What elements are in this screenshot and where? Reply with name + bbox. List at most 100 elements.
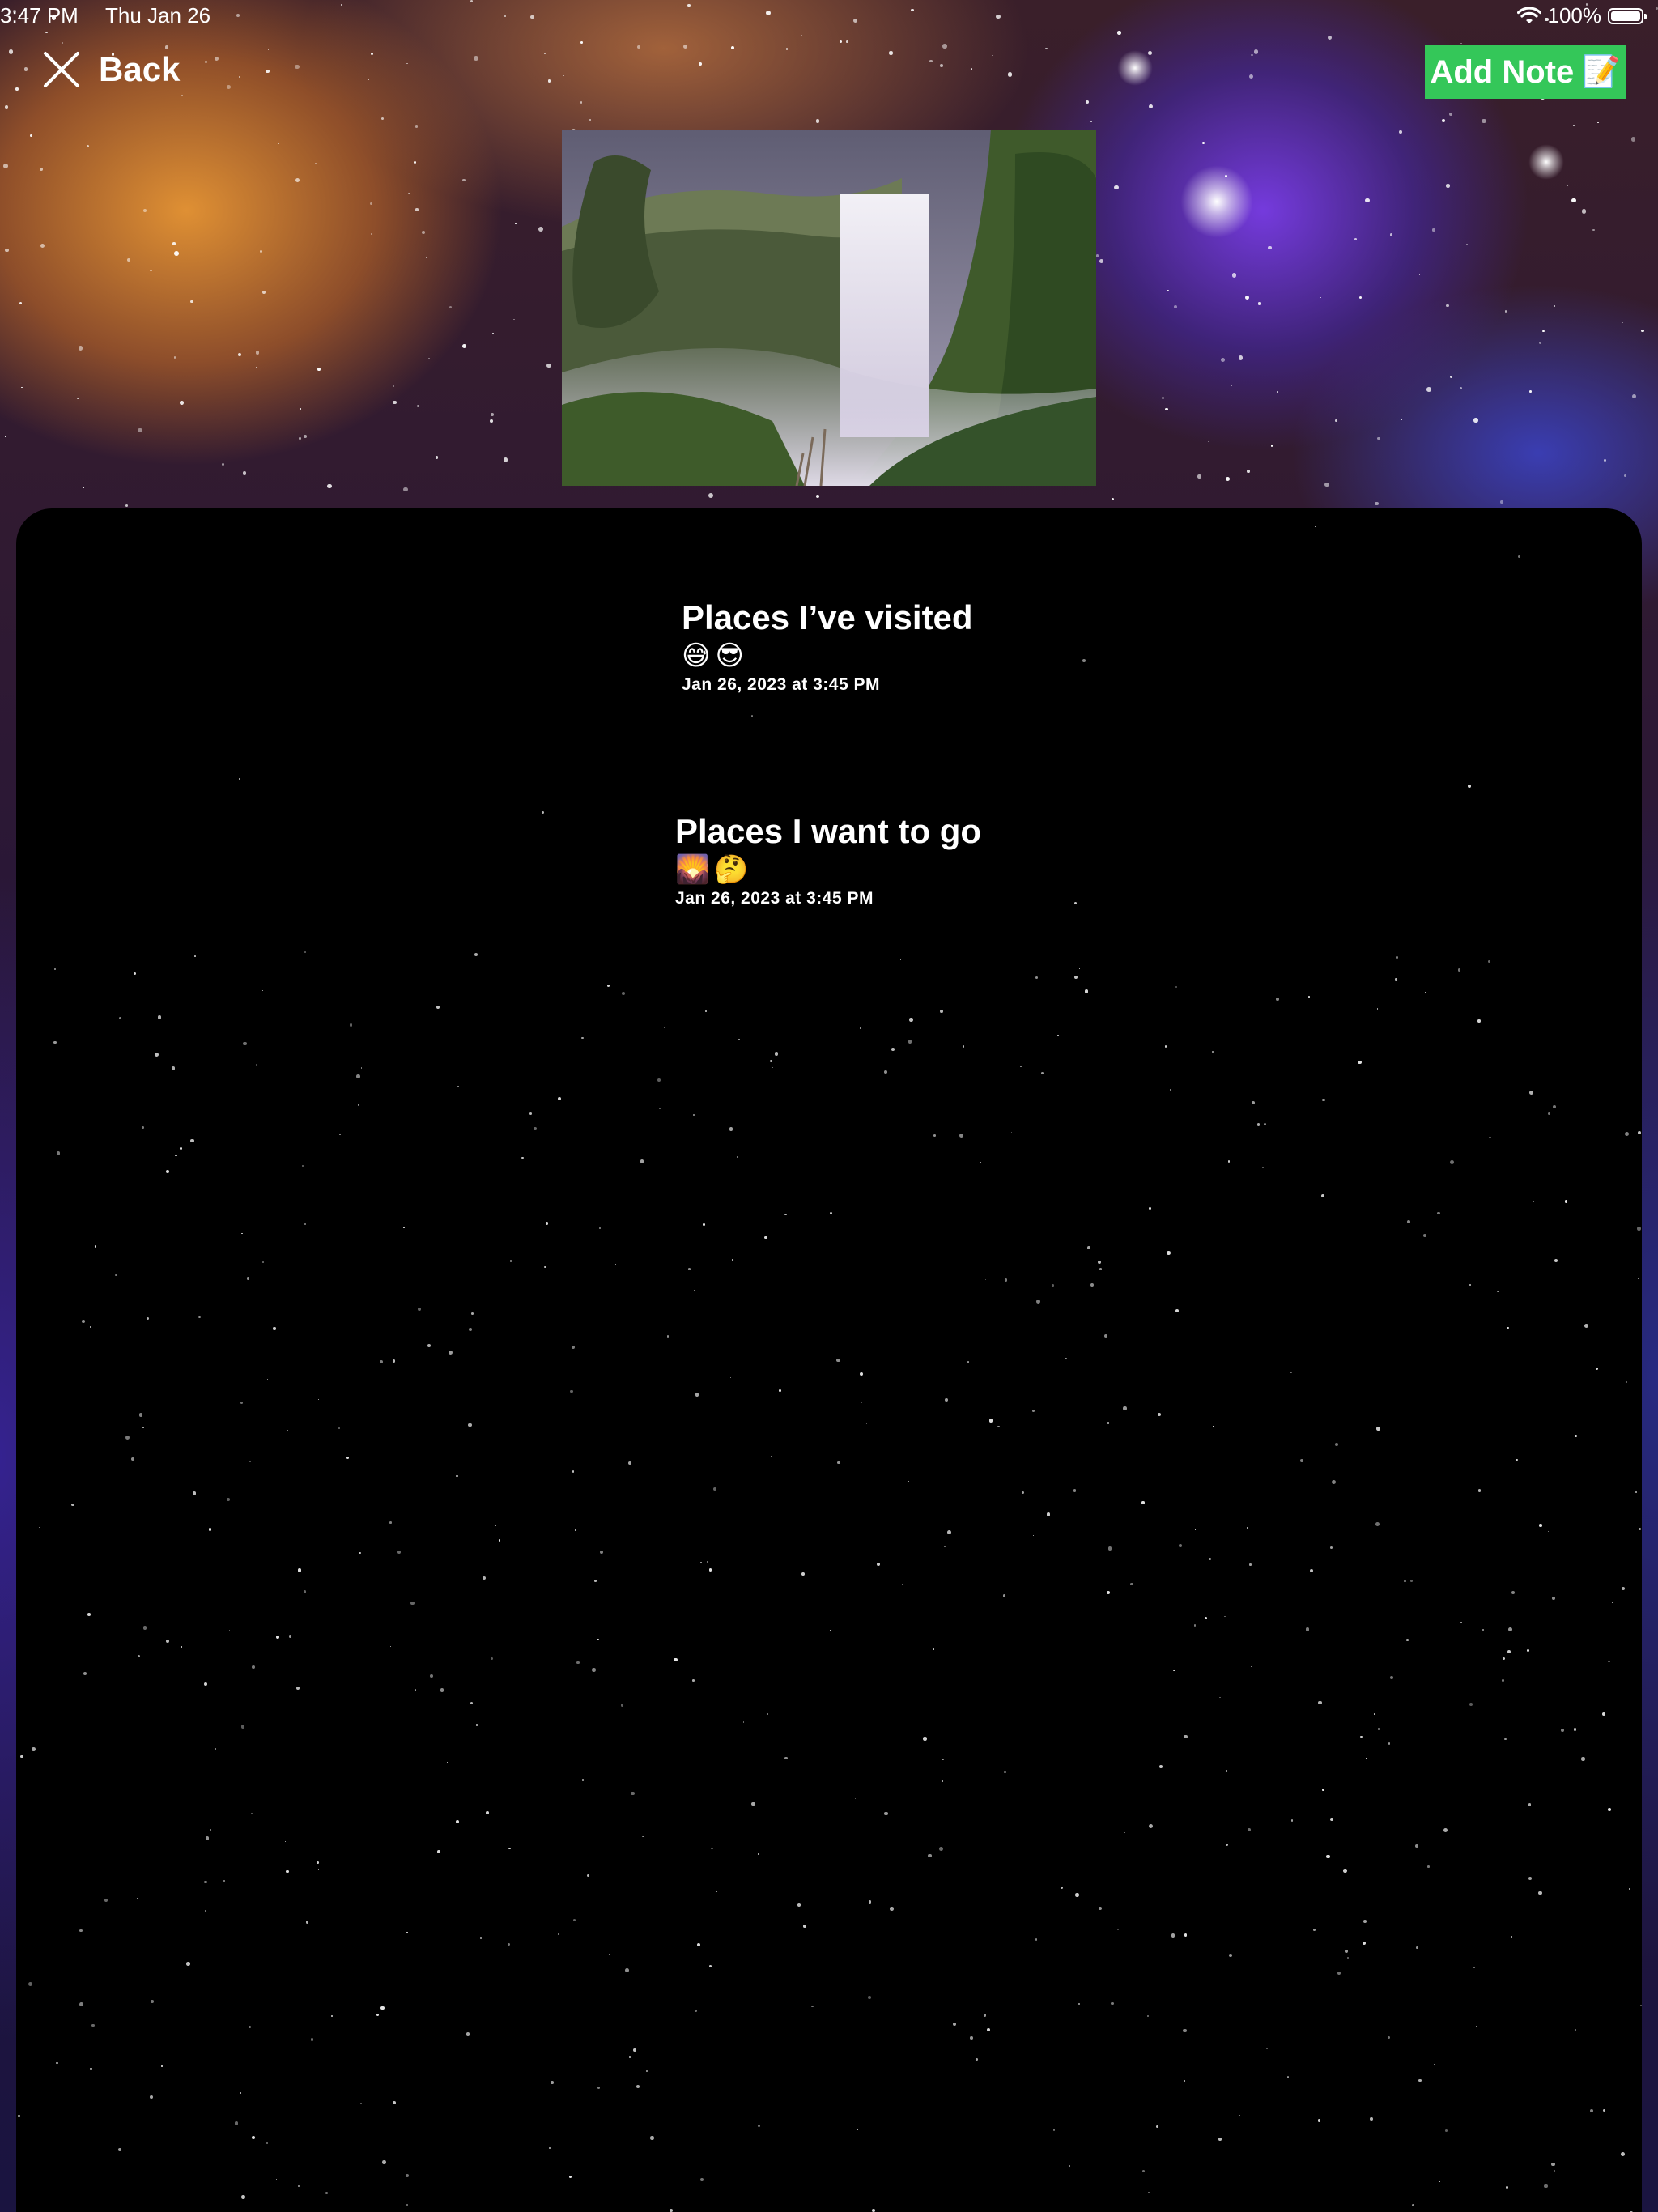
star [474, 953, 478, 956]
star [933, 1648, 934, 1650]
star [165, 45, 168, 49]
star [210, 1829, 211, 1831]
star [1582, 209, 1586, 213]
star [5, 249, 8, 252]
star [115, 1274, 117, 1277]
star [866, 1423, 867, 1424]
star [940, 64, 943, 67]
star [1252, 1101, 1256, 1105]
star [1254, 49, 1259, 54]
star [1395, 978, 1397, 980]
battery-icon [1608, 8, 1643, 24]
star [1507, 1327, 1508, 1329]
star [693, 1114, 695, 1116]
star [1328, 36, 1333, 40]
star [1078, 2003, 1080, 2005]
star [1377, 437, 1380, 440]
star [764, 1236, 767, 1239]
star [393, 2101, 396, 2104]
star [971, 68, 972, 70]
star [15, 87, 18, 90]
star [609, 1954, 610, 1955]
star [1291, 1819, 1294, 1822]
star [1257, 1123, 1261, 1126]
star [406, 2174, 409, 2177]
note-item-places-visited[interactable]: Places I’ve visited 😅 😎 Jan 26, 2023 at … [682, 598, 973, 696]
star [415, 125, 418, 128]
star [775, 1052, 778, 1055]
star [1345, 1950, 1348, 1953]
star [358, 1104, 359, 1105]
star [1388, 1742, 1391, 1745]
star [1626, 1381, 1627, 1383]
star [361, 1067, 363, 1069]
star [1533, 1870, 1534, 1871]
star [1075, 1893, 1079, 1897]
back-button[interactable]: Back [42, 50, 180, 89]
add-note-button[interactable]: Add Note 📝 [1425, 45, 1626, 99]
star [1415, 1844, 1418, 1848]
star [513, 319, 514, 320]
star [381, 117, 384, 120]
star [1184, 1735, 1187, 1738]
star [119, 1017, 121, 1019]
star [1022, 1491, 1024, 1494]
star [830, 1630, 831, 1631]
star [1306, 1627, 1310, 1631]
star [1212, 1051, 1214, 1053]
star [869, 1900, 871, 1903]
star [1262, 1167, 1264, 1168]
star [1074, 976, 1078, 979]
star [1529, 1091, 1533, 1095]
star [499, 1539, 500, 1541]
star [1363, 1920, 1367, 1924]
star [1167, 290, 1169, 292]
star [87, 145, 89, 147]
star [1511, 1936, 1513, 1938]
star [1147, 2015, 1149, 2017]
star [868, 1996, 871, 1999]
star [1554, 1259, 1558, 1263]
star [1460, 43, 1461, 44]
note-date: Jan 26, 2023 at 3:45 PM [675, 887, 981, 910]
star [1473, 418, 1477, 422]
star [1631, 137, 1636, 142]
star [970, 2036, 973, 2040]
star [40, 244, 45, 248]
star [1268, 246, 1271, 249]
star [1574, 1728, 1576, 1730]
star [295, 65, 300, 70]
star [1376, 1427, 1380, 1430]
star [1502, 1679, 1504, 1682]
star [928, 1854, 931, 1857]
star [295, 178, 300, 182]
star [1087, 1246, 1090, 1249]
note-item-places-want-to-go[interactable]: Places I want to go 🌄 🤔 Jan 26, 2023 at … [675, 811, 981, 910]
star [1370, 2117, 1373, 2121]
star [546, 364, 551, 368]
star [1335, 1443, 1338, 1446]
star [457, 1086, 459, 1087]
star [1608, 1661, 1609, 1662]
star [1184, 2080, 1185, 2082]
star [350, 1023, 352, 1026]
star [1575, 1435, 1577, 1437]
star [90, 1326, 91, 1328]
star [1554, 2170, 1556, 2172]
star [1107, 1591, 1110, 1594]
star [784, 1214, 786, 1215]
star [737, 1156, 738, 1158]
star [139, 1413, 143, 1417]
star [1184, 1933, 1188, 1937]
star [1264, 1123, 1266, 1125]
star [436, 1006, 440, 1009]
star [900, 959, 901, 960]
star [318, 1399, 319, 1400]
star [1057, 1035, 1058, 1036]
star [1290, 1372, 1291, 1373]
star [1412, 2204, 1414, 2206]
star [846, 40, 848, 43]
star [238, 353, 241, 356]
star [642, 1836, 644, 1838]
star [1020, 1066, 1022, 1067]
